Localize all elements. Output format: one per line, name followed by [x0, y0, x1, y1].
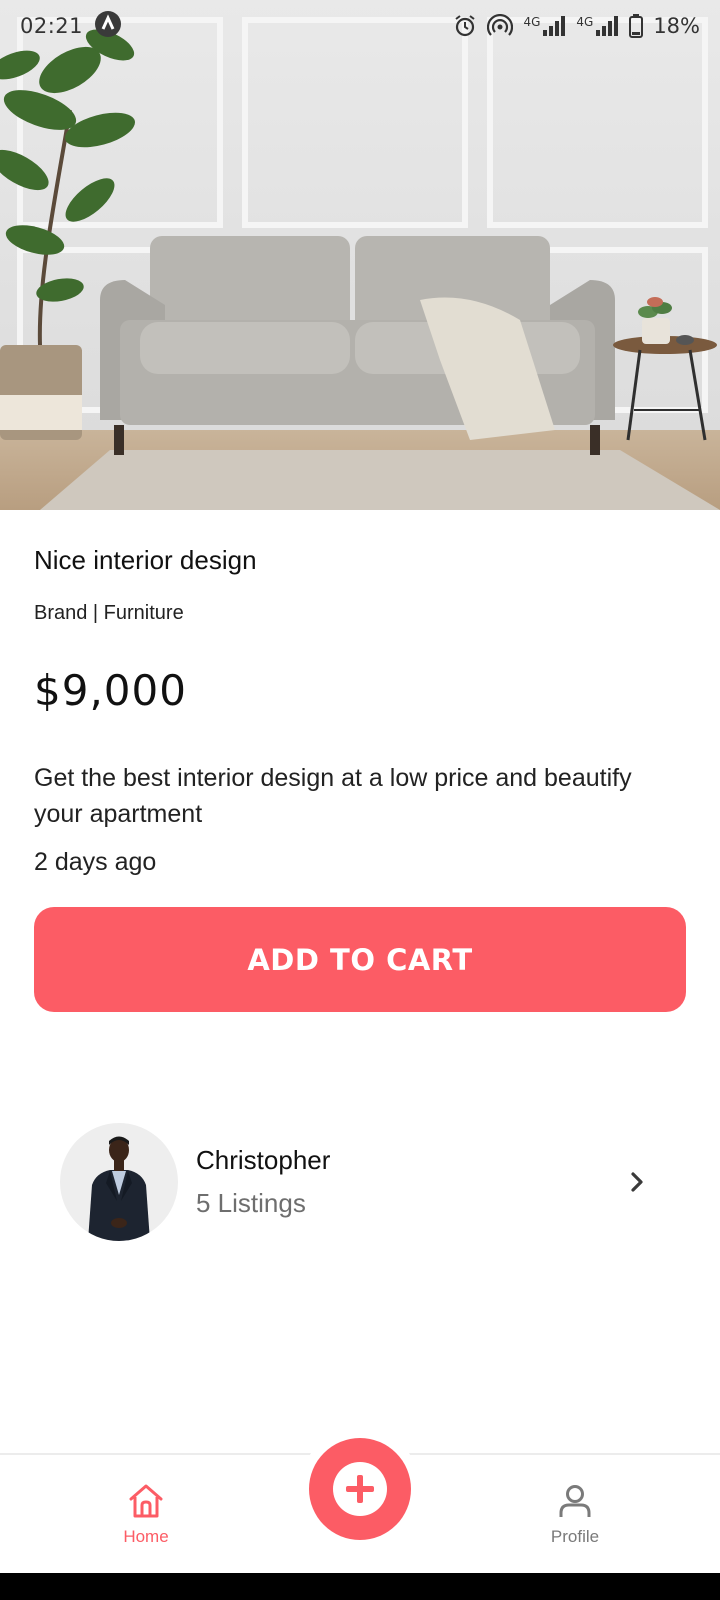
avatar — [60, 1123, 178, 1241]
add-listing-button[interactable] — [309, 1438, 411, 1540]
network-label-1: 4G — [523, 15, 541, 29]
status-time: 02:21 — [20, 14, 84, 38]
signal-icon-2: 4G — [576, 15, 619, 37]
chevron-right-icon[interactable] — [622, 1167, 652, 1197]
app-notification-icon — [93, 9, 123, 43]
status-bar: 02:21 4G 4G 18% — [0, 0, 720, 52]
system-navigation-bar — [0, 1573, 720, 1600]
nav-home-label: Home — [123, 1527, 169, 1546]
product-subtitle: Brand | Furniture — [34, 602, 184, 624]
alarm-icon — [453, 14, 477, 38]
product-image — [0, 0, 720, 510]
signal-icon-1: 4G — [523, 15, 566, 37]
battery-percent: 18% — [653, 14, 700, 38]
add-to-cart-button[interactable]: ADD TO CART — [34, 907, 686, 1012]
battery-icon — [629, 14, 644, 38]
seller-row[interactable]: Christopher 5 Listings — [60, 1122, 660, 1242]
seller-listings: 5 Listings — [196, 1188, 306, 1218]
seller-name: Christopher — [196, 1145, 331, 1175]
profile-icon — [559, 1485, 591, 1517]
product-title: Nice interior design — [34, 545, 257, 575]
hotspot-icon — [487, 14, 514, 38]
nav-profile-label: Profile — [550, 1527, 600, 1546]
plus-icon — [333, 1462, 387, 1516]
posted-time: 2 days ago — [34, 848, 157, 876]
product-description: Get the best interior design at a low pr… — [34, 764, 632, 828]
nav-home[interactable]: Home — [86, 1481, 206, 1547]
nav-profile[interactable]: Profile — [515, 1481, 635, 1547]
network-label-2: 4G — [576, 15, 594, 29]
home-icon — [129, 1484, 163, 1518]
product-price: $9,000 — [34, 666, 187, 715]
